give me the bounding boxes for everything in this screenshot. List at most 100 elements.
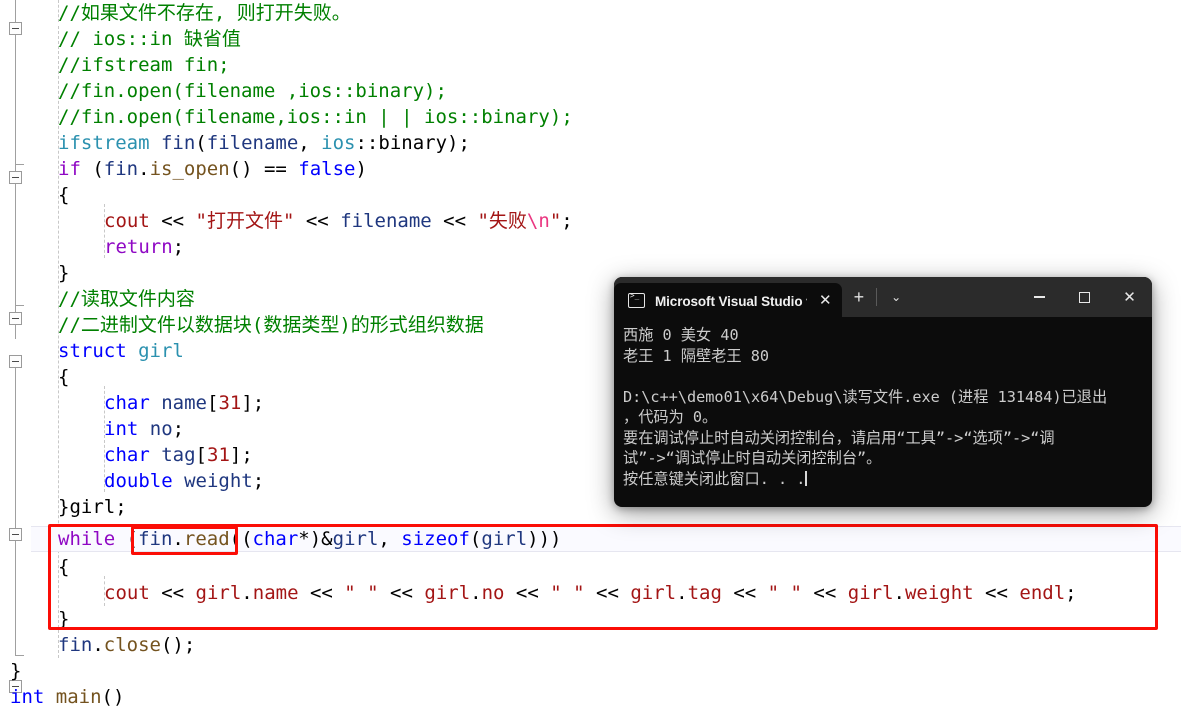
code-token: weight [184,470,253,492]
code-token: // ios::in 缺省值 [58,28,241,50]
code-line[interactable]: //fin.open(filename,ios::in | | ios::bin… [58,104,573,130]
code-line[interactable]: char tag[31]; [104,442,253,468]
code-token: girl [138,340,184,362]
console-output-line: ，代码为 0。 [623,408,718,426]
code-line[interactable]: struct girl [58,338,184,364]
code-line[interactable]: //二进制文件以数据块(数据类型)的形式组织数据 [58,312,484,338]
code-token: close [103,634,161,656]
code-token: \n [526,210,550,232]
code-token: main [55,686,102,708]
code-token: //fin.open(filename,ios::in | | ios::bin… [58,106,573,128]
code-token: double [104,470,173,492]
code-token: //fin.open(filename ,ios::binary); [58,80,447,102]
code-line[interactable]: } [58,260,69,286]
new-tab-button[interactable]: + [842,280,877,314]
code-line[interactable]: // ios::in 缺省值 [58,26,241,52]
code-token: char [104,444,150,466]
code-token: [ [195,444,207,466]
code-line[interactable]: char name[31]; [104,390,264,416]
code-token: ios [321,132,356,154]
code-line[interactable]: if (fin.is_open() == false) [58,156,367,182]
code-token: cout [104,210,150,232]
code-line[interactable]: //如果文件不存在, 则打开失败。 [58,0,351,26]
close-button[interactable]: ✕ [1107,277,1152,317]
maximize-button[interactable] [1062,277,1107,317]
code-token: () [101,686,125,708]
code-line[interactable]: //fin.open(filename ,ios::binary); [58,78,447,104]
code-line[interactable]: double weight; [104,468,264,494]
code-line[interactable]: int no; [104,416,184,442]
code-token: name [161,392,207,414]
code-token: { [58,366,70,388]
code-token: . [92,634,104,656]
code-token: tag [161,444,196,466]
window-controls[interactable]: ✕ [1017,277,1152,317]
console-titlebar[interactable]: Microsoft Visual Studio 调试控 ✕ + ⌄ ✕ [614,277,1152,317]
console-output[interactable]: 西施 0 美女 40 老王 1 隔壁老王 80 D:\c++\demo01\x64\… [614,317,1152,489]
code-token: ( [80,158,104,180]
code-token: ( [195,132,207,154]
code-token: return [104,236,173,258]
code-token: ; [172,236,185,258]
code-line[interactable]: //读取文件内容 [58,286,195,312]
console-output-line: 试”->“调试停止时自动关闭控制台”。 [623,449,882,467]
code-token: }girl; [58,496,127,518]
console-output-line: 老王 1 隔壁老王 80 [623,346,769,365]
maximize-icon [1079,291,1090,303]
code-token: << [294,210,341,232]
code-token: , [298,132,322,154]
code-token: :: [355,132,379,154]
code-token: == [263,158,299,180]
code-token: "失败 [477,210,527,232]
code-line[interactable]: { [58,364,69,390]
code-line[interactable]: cout << "打开文件" << filename << "失败\n"; [104,208,573,234]
code-token: filename [340,210,432,232]
code-token: " [549,210,562,232]
code-token: //读取文件内容 [58,288,195,310]
minimize-button[interactable] [1017,277,1062,317]
code-token: ]; [229,444,253,466]
terminal-icon [628,292,645,308]
code-line[interactable]: { [58,182,69,208]
code-token: //ifstream fin; [58,54,230,76]
code-token: is_open [149,158,230,180]
code-token: //二进制文件以数据块(数据类型)的形式组织数据 [58,314,484,336]
code-token: (); [160,634,196,656]
code-line[interactable]: } [10,658,21,684]
code-token: ]; [241,392,265,414]
code-token: 31 [207,444,230,466]
code-token: fin [103,158,139,180]
code-token: { [58,184,70,206]
console-tab[interactable]: Microsoft Visual Studio 调试控 ✕ [614,283,842,317]
code-token: int [10,686,45,708]
code-line[interactable]: //ifstream fin; [58,52,230,78]
code-line[interactable]: ifstream fin(filename, ios::binary); [58,130,470,156]
code-token: binary [378,132,448,154]
console-output-line: 西施 0 美女 40 [623,326,739,344]
code-line[interactable]: fin.close(); [58,632,195,658]
code-line[interactable]: }girl; [58,494,127,520]
console-tab-title: Microsoft Visual Studio 调试控 [655,294,807,309]
text-caret [805,470,807,486]
code-token: fin [160,132,196,154]
console-output-line: 按任意键关闭此窗口. . . [623,469,807,488]
code-line[interactable]: int main() [10,684,124,710]
debug-console-window[interactable]: Microsoft Visual Studio 调试控 ✕ + ⌄ ✕ 西施 0… [614,277,1152,507]
code-token: << [431,210,478,232]
code-token: ; [252,470,265,492]
console-output-line: 要在调试停止时自动关闭控制台，请启用“工具”->“选项”->“调 [623,428,1055,447]
tab-close-icon[interactable]: ✕ [819,293,832,308]
code-line[interactable]: return; [104,234,184,260]
chevron-down-icon[interactable]: ⌄ [877,280,915,314]
code-token: no [149,418,173,440]
code-token: filename [206,132,299,154]
code-token: ; [561,210,573,232]
code-token: int [104,418,139,440]
